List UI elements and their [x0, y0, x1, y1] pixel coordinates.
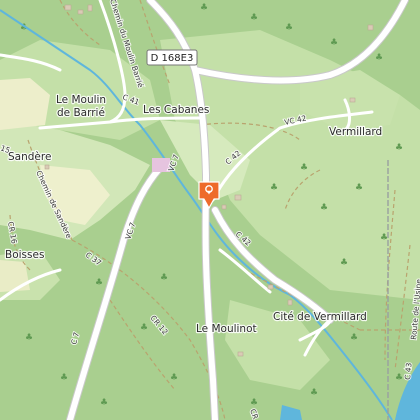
svg-text:♣: ♣	[330, 38, 338, 48]
svg-text:♣: ♣	[140, 323, 148, 333]
svg-text:♣: ♣	[380, 233, 388, 243]
svg-text:♣: ♣	[25, 333, 33, 343]
svg-text:♣: ♣	[100, 398, 108, 408]
place-label-boisses: Boisses	[5, 249, 44, 261]
place-label-sandere: Sandère	[8, 151, 51, 163]
svg-text:♣: ♣	[310, 388, 318, 398]
svg-text:♣: ♣	[355, 183, 363, 193]
road-shield-d168e3: D 168E3	[146, 49, 198, 66]
place-label-moulin-de-barrie-2: de Barrié	[57, 107, 105, 119]
svg-text:♣: ♣	[170, 373, 178, 383]
svg-text:♣: ♣	[395, 373, 403, 383]
svg-text:♣: ♣	[375, 53, 383, 63]
svg-text:♣: ♣	[285, 23, 293, 33]
svg-text:♣: ♣	[395, 143, 403, 153]
place-label-les-cabanes: Les Cabanes	[143, 104, 209, 116]
svg-text:♣: ♣	[270, 183, 278, 193]
road-label: C 43	[403, 362, 413, 380]
svg-text:♣: ♣	[200, 3, 208, 13]
place-label-moulin-de-barrie-1: Le Moulin	[56, 94, 106, 106]
road-shield-label: D 168E3	[151, 53, 194, 64]
svg-text:♣: ♣	[300, 163, 308, 173]
map-canvas[interactable]: ♣♣♣ ♣♣♣ ♣♣♣ ♣♣♣ ♣♣♣ ♣♣♣ ♣♣♣ ♣♣ ♣ Chemin …	[0, 0, 420, 420]
svg-text:♣: ♣	[95, 278, 103, 288]
svg-text:♣: ♣	[60, 373, 68, 383]
svg-text:♣: ♣	[340, 258, 348, 268]
svg-text:♣: ♣	[160, 273, 168, 283]
place-label-vermillard: Vermillard	[329, 126, 382, 138]
place-label-le-moulinot: Le Moulinot	[196, 323, 257, 335]
place-label-cite-de-vermillard: Cité de Vermillard	[273, 311, 367, 323]
svg-text:♣: ♣	[320, 203, 328, 213]
svg-text:♣: ♣	[350, 333, 358, 343]
svg-text:♣: ♣	[250, 13, 258, 23]
